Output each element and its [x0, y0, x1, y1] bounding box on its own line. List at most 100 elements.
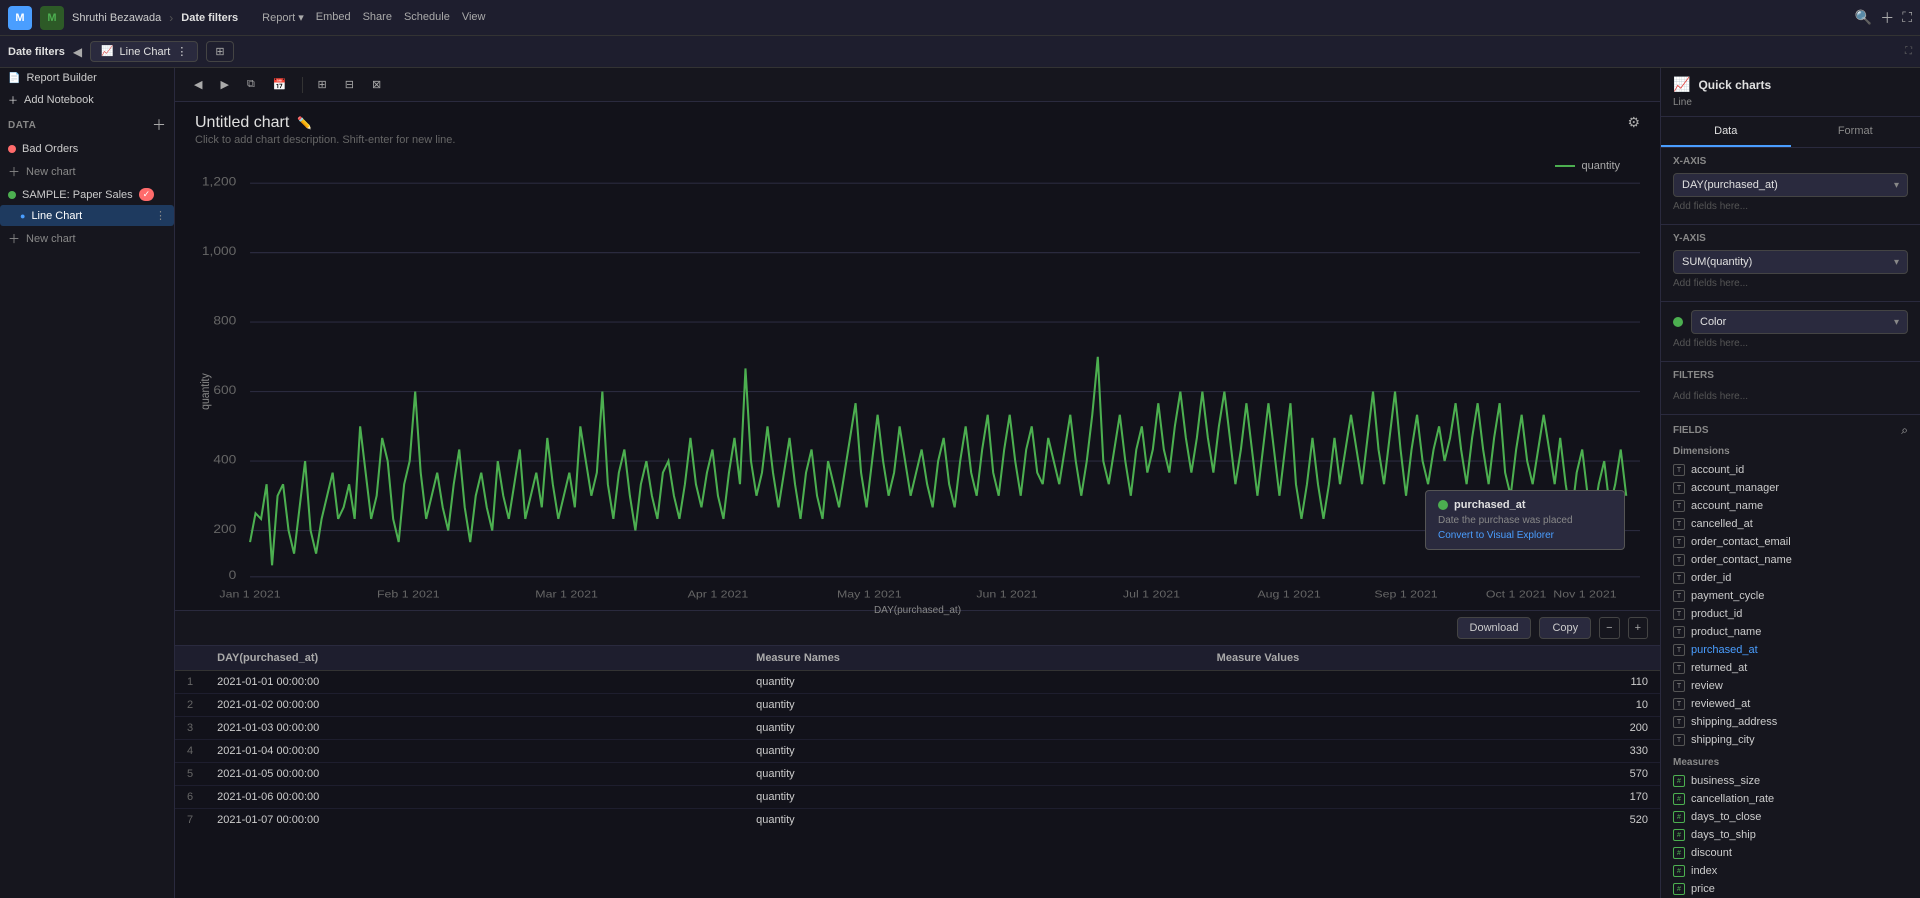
field-item-measure[interactable]: # price — [1673, 880, 1908, 898]
field-item-dimension[interactable]: T account_manager — [1673, 479, 1908, 497]
expand-table-button[interactable]: + — [1628, 617, 1648, 639]
align-center-button[interactable]: ⊟ — [338, 74, 361, 95]
collapse-button[interactable]: ◀ — [73, 45, 82, 59]
sidebar-item-report-builder[interactable]: 📄 Report Builder — [0, 68, 174, 88]
sidebar-item-paper-sales[interactable]: SAMPLE: Paper Sales ✓ — [0, 184, 174, 205]
field-item-measure[interactable]: # cancellation_rate — [1673, 790, 1908, 808]
chart-svg: 1,200 1,000 800 600 400 200 0 quantity — [195, 160, 1640, 600]
color-select[interactable]: Color ▾ — [1691, 310, 1908, 334]
xaxis-select[interactable]: DAY(purchased_at) ▾ — [1673, 173, 1908, 197]
chart-settings-icon[interactable]: ⚙ — [1627, 114, 1640, 131]
top-nav: Report ▾ Embed Share Schedule View — [262, 11, 485, 24]
row-num: 2 — [175, 694, 205, 717]
color-add-fields[interactable]: Add fields here... — [1673, 334, 1908, 353]
row-num: 5 — [175, 763, 205, 786]
chart-tab-menu[interactable]: ⋮ — [176, 45, 187, 58]
row-value: 200 — [1205, 717, 1660, 740]
expand-icon[interactable]: ⛶ — [1902, 9, 1912, 26]
field-type-icon: T — [1673, 590, 1685, 602]
nav-schedule[interactable]: Schedule — [404, 11, 450, 24]
tooltip-description: Date the purchase was placed — [1438, 515, 1612, 526]
quick-charts-section: 📈 Quick charts Line — [1661, 68, 1920, 117]
chart-container: Untitled chart ✏️ Click to add chart des… — [175, 102, 1660, 898]
field-item-measure[interactable]: # business_size — [1673, 772, 1908, 790]
field-type-icon: T — [1673, 482, 1685, 494]
new-chart-item-1[interactable]: ＋ New chart — [0, 159, 174, 184]
field-type-icon: T — [1673, 734, 1685, 746]
right-panel-tabs: Data Format — [1661, 117, 1920, 148]
field-item-dimension[interactable]: T account_id — [1673, 461, 1908, 479]
field-item-measure[interactable]: # days_to_close — [1673, 808, 1908, 826]
field-name: account_manager — [1691, 482, 1779, 494]
calendar-button[interactable]: 📅 — [266, 74, 294, 95]
field-item-dimension[interactable]: T cancelled_at — [1673, 515, 1908, 533]
chart-title[interactable]: Untitled chart ✏️ — [195, 114, 455, 132]
line-chart-menu-icon[interactable]: ⋮ — [155, 209, 166, 222]
chart-description[interactable]: Click to add chart description. Shift-en… — [195, 134, 455, 146]
expand-right-icon[interactable]: ⛶ — [1905, 46, 1912, 57]
copy-button[interactable]: Copy — [1539, 617, 1591, 639]
field-item-dimension[interactable]: T account_name — [1673, 497, 1908, 515]
field-item-dimension[interactable]: T payment_cycle — [1673, 587, 1908, 605]
sidebar-item-add-notebook[interactable]: ＋ Add Notebook — [0, 88, 174, 111]
field-item-dimension[interactable]: T review — [1673, 677, 1908, 695]
nav-share[interactable]: Share — [363, 11, 392, 24]
field-item-dimension[interactable]: T purchased_at — [1673, 641, 1908, 659]
tab-data[interactable]: Data — [1661, 117, 1791, 147]
duplicate-button[interactable]: ⧉ — [240, 74, 262, 95]
chart-title-area: Untitled chart ✏️ Click to add chart des… — [195, 114, 455, 146]
field-item-dimension[interactable]: T returned_at — [1673, 659, 1908, 677]
filters-add-fields[interactable]: Add fields here... — [1673, 387, 1908, 406]
nav-embed[interactable]: Embed — [316, 11, 351, 24]
field-name: payment_cycle — [1691, 590, 1764, 602]
x-axis-label: DAY(purchased_at) — [195, 605, 1640, 616]
collapse-table-button[interactable]: − — [1599, 617, 1619, 639]
field-name: product_name — [1691, 626, 1761, 638]
field-type-measure-icon: # — [1673, 847, 1685, 859]
field-item-dimension[interactable]: T order_contact_email — [1673, 533, 1908, 551]
search-icon[interactable]: 🔍 — [1855, 9, 1872, 26]
chart-tab[interactable]: 📈 Line Chart ⋮ — [90, 41, 198, 62]
field-item-measure[interactable]: # discount — [1673, 844, 1908, 862]
field-item-dimension[interactable]: T product_id — [1673, 605, 1908, 623]
new-chart-item-2[interactable]: ＋ New chart — [0, 226, 174, 251]
chart-header: Untitled chart ✏️ Click to add chart des… — [175, 102, 1660, 150]
field-item-dimension[interactable]: T shipping_address — [1673, 713, 1908, 731]
fields-search-icon[interactable]: ⌕ — [1901, 423, 1908, 438]
field-name: account_id — [1691, 464, 1744, 476]
field-item-measure[interactable]: # days_to_ship — [1673, 826, 1908, 844]
sidebar-item-bad-orders[interactable]: Bad Orders — [0, 139, 174, 159]
nav-report[interactable]: Report ▾ — [262, 11, 304, 24]
redo-button[interactable]: ▶ — [213, 74, 235, 95]
field-item-dimension[interactable]: T order_id — [1673, 569, 1908, 587]
nav-view[interactable]: View — [462, 11, 486, 24]
edit-title-icon[interactable]: ✏️ — [297, 116, 312, 130]
line-chart-icon: 📈 — [101, 46, 113, 57]
yaxis-select[interactable]: SUM(quantity) ▾ — [1673, 250, 1908, 274]
field-item-dimension[interactable]: T reviewed_at — [1673, 695, 1908, 713]
row-date: 2021-01-02 00:00:00 — [205, 694, 744, 717]
sidebar-item-line-chart[interactable]: ● Line Chart ⋮ — [0, 205, 174, 226]
tooltip-convert-link[interactable]: Convert to Visual Explorer — [1438, 530, 1612, 541]
field-item-dimension[interactable]: T order_contact_name — [1673, 551, 1908, 569]
field-item-dimension[interactable]: T shipping_city — [1673, 731, 1908, 749]
row-measure: quantity — [744, 671, 1205, 694]
field-type-measure-icon: # — [1673, 865, 1685, 877]
yaxis-add-fields[interactable]: Add fields here... — [1673, 274, 1908, 293]
undo-button[interactable]: ◀ — [187, 74, 209, 95]
field-item-measure[interactable]: # index — [1673, 862, 1908, 880]
align-right-button[interactable]: ⊠ — [365, 74, 388, 95]
align-left-button[interactable]: ⊞ — [311, 74, 334, 95]
tab-format[interactable]: Format — [1791, 117, 1920, 147]
download-button[interactable]: Download — [1457, 617, 1532, 639]
xaxis-label: X-Axis — [1673, 156, 1908, 167]
view-toggle-button[interactable]: ⊞ — [206, 41, 233, 62]
data-add-icon[interactable]: ＋ — [152, 115, 166, 135]
yaxis-label: Y-Axis — [1673, 233, 1908, 244]
add-icon[interactable]: ＋ — [1880, 8, 1894, 28]
row-value: 570 — [1205, 763, 1660, 786]
field-item-dimension[interactable]: T product_name — [1673, 623, 1908, 641]
row-value: 520 — [1205, 809, 1660, 831]
svg-text:Jun 1 2021: Jun 1 2021 — [976, 589, 1037, 600]
xaxis-add-fields[interactable]: Add fields here... — [1673, 197, 1908, 216]
